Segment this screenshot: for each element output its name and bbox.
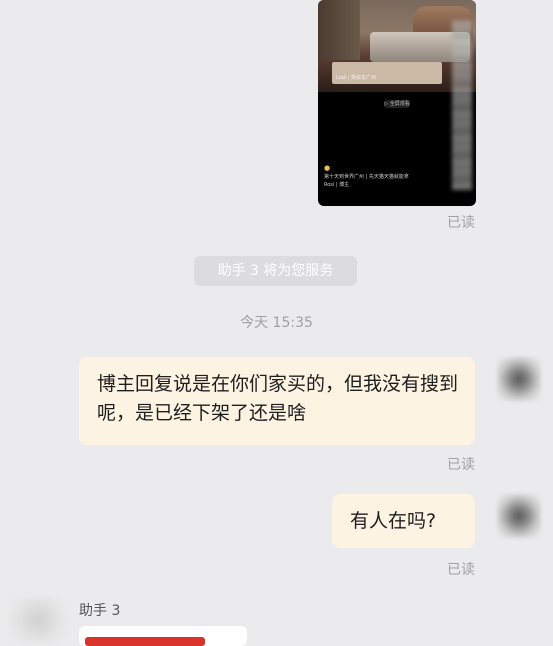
message-timestamp: 今天 15:35 [240,315,313,331]
read-receipt: 已读 [447,457,475,473]
image-caption: ● 第十天到世界广州 | 先天猫天猫就能拿 Rosi | 博主 [324,164,470,189]
system-notice: 助手 3 将为您服务 [194,256,357,286]
image-caption-text: 第十天到世界广州 | 先天猫天猫就能拿 [324,174,409,180]
red-card-banner [85,637,205,646]
blurred-avatar-strip [452,20,472,190]
photo-caption: Lodi | 购买东广州 [336,75,377,81]
user-message-bubble[interactable]: 博主回复说是在你们家买的，但我没有搜到呢，是已经下架了还是啥 [79,357,475,445]
fullscreen-play-icon[interactable]: ▷ 全屏观看 [384,100,410,108]
user-avatar[interactable] [497,494,541,538]
read-receipt: 已读 [447,562,475,578]
agent-name: 助手 3 [79,603,121,619]
agent-avatar[interactable] [8,598,68,642]
user-avatar[interactable] [497,357,541,401]
agent-message-bubble[interactable] [79,626,247,646]
image-caption-meta: Rosi | 博主 [324,182,350,188]
yellow-dot-icon: ● [324,164,331,172]
user-message-bubble[interactable]: 有人在吗? [332,494,475,548]
read-receipt: 已读 [447,215,475,231]
